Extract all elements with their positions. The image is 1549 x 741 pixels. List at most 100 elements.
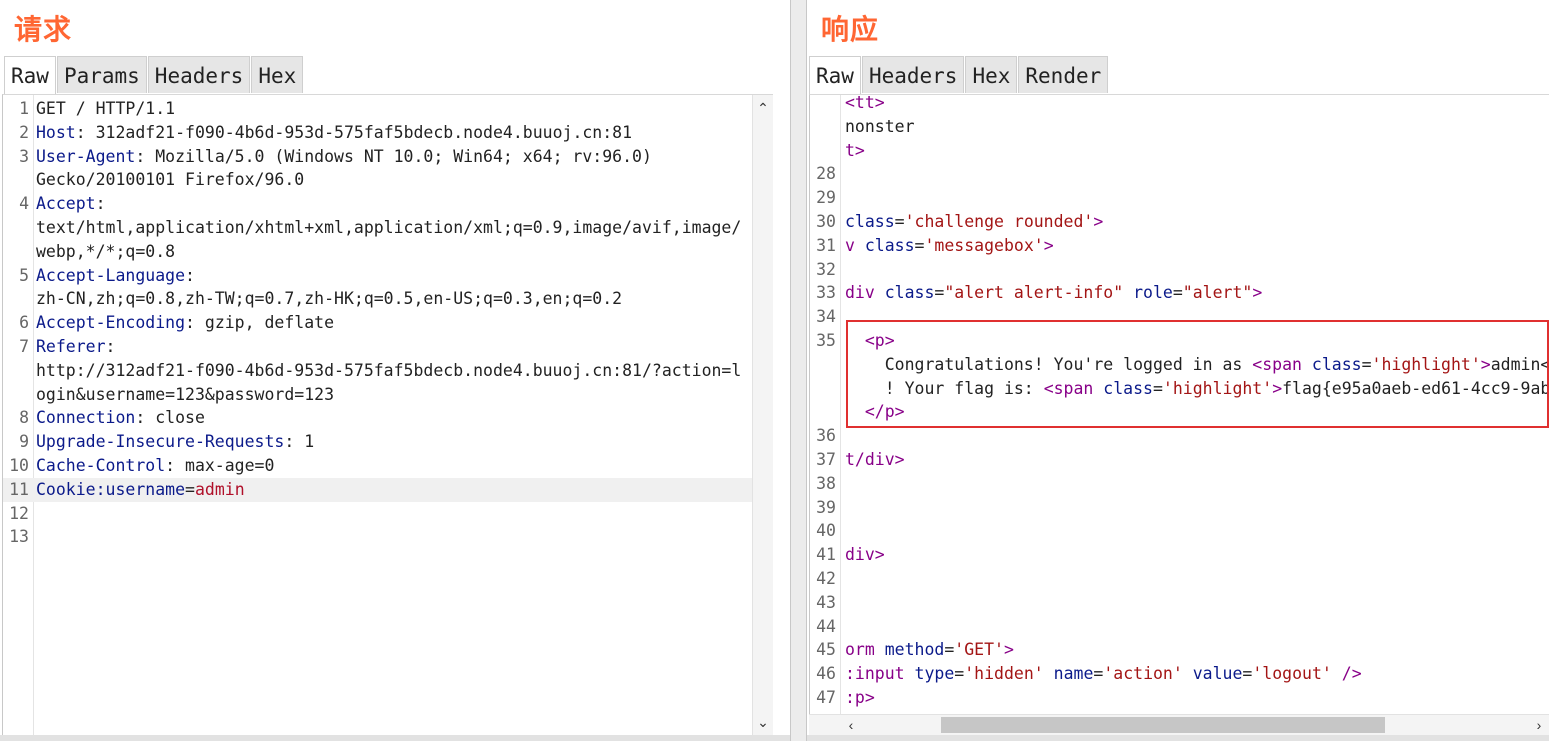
chevron-right-icon[interactable]: ›: [1529, 715, 1549, 735]
code-token: v: [845, 235, 865, 255]
pane-divider[interactable]: [790, 0, 807, 741]
code-line[interactable]: 38: [810, 472, 1549, 496]
request-footer-bar: [0, 735, 790, 741]
request-vertical-scrollbar[interactable]: ⌃ ⌄: [752, 95, 773, 735]
code-token: :input: [845, 664, 915, 684]
code-line[interactable]: 45 orm method='GET'>: [810, 638, 1549, 662]
code-line[interactable]: 12: [3, 502, 773, 526]
code-line[interactable]: zh-CN,zh;q=0.8,zh-TW;q=0.7,zh-HK;q=0.5,e…: [3, 287, 773, 311]
code-text: Connection: close: [36, 406, 205, 430]
code-line[interactable]: 42: [810, 567, 1549, 591]
request-pane: 请求 Raw Params Headers Hex 1 GET / HTTP/1.…: [0, 0, 790, 741]
code-line[interactable]: 39: [810, 496, 1549, 520]
tab-hex[interactable]: Hex: [251, 56, 304, 93]
code-text: Accept:: [36, 192, 106, 216]
code-text: ogin&username=123&password=123: [36, 383, 334, 407]
code-token: GET / HTTP/1.1: [36, 99, 176, 118]
code-token: type: [914, 664, 955, 684]
line-number: 32: [816, 259, 836, 279]
line-number: 37: [816, 450, 836, 469]
code-line[interactable]: nonster: [810, 115, 1549, 139]
code-line[interactable]: text/html,application/xhtml+xml,applicat…: [3, 216, 773, 240]
code-line[interactable]: 4 Accept:: [3, 192, 773, 216]
code-token: :: [185, 265, 195, 285]
code-line[interactable]: 46:input type='hidden' name='action' val…: [810, 662, 1549, 686]
request-editor[interactable]: 1 GET / HTTP/1.1 2 Host: 312adf21-f090-4b6d…: [2, 94, 773, 736]
code-token: 'logout': [1252, 664, 1332, 684]
response-footer-bar: [807, 735, 1549, 741]
code-line[interactable]: 3 User-Agent: Mozilla/5.0 (Windows NT 10.…: [3, 145, 773, 169]
code-line[interactable]: 30 class='challenge rounded'>: [810, 210, 1549, 234]
code-token: text/html,application/xhtml+xml,applicat…: [36, 218, 742, 237]
code-token: Upgrade-Insecure-Requests: [36, 432, 285, 452]
chevron-left-icon[interactable]: ‹: [841, 715, 861, 735]
code-text: Accept-Language:: [36, 264, 195, 288]
code-line[interactable]: 40: [810, 519, 1549, 543]
line-number: 41: [816, 545, 836, 565]
code-line[interactable]: 9 Upgrade-Insecure-Requests: 1: [3, 430, 773, 454]
response-title: 响应: [821, 13, 880, 46]
code-token: =: [934, 283, 945, 303]
chevron-up-icon[interactable]: ⌃: [753, 98, 773, 118]
response-pane: 响应 Raw Headers Hex Render <tt> nonster t> 2…: [807, 0, 1549, 741]
code-token: =: [1172, 283, 1183, 303]
line-number: 47: [816, 688, 836, 707]
tab-headers[interactable]: Headers: [147, 56, 251, 93]
code-text: class='challenge rounded'>: [845, 210, 1103, 234]
line-number: 10: [9, 456, 29, 475]
code-line[interactable]: 5 Accept-Language:: [3, 264, 773, 288]
line-number: 28: [816, 164, 836, 184]
code-text: orm method='GET'>: [845, 638, 1014, 662]
code-line[interactable]: 10 Cache-Control: max-age=0: [3, 454, 773, 478]
code-line[interactable]: <tt>: [810, 95, 1549, 115]
code-line[interactable]: 29: [810, 186, 1549, 210]
line-number: 34: [816, 307, 836, 327]
response-horizontal-scrollbar[interactable]: ‹ ›: [809, 714, 1549, 735]
code-text: <tt>: [845, 95, 885, 115]
code-token: "alert": [1182, 283, 1253, 303]
code-token: =: [185, 479, 195, 499]
code-line[interactable]: 32: [810, 258, 1549, 282]
code-line[interactable]: 11 Cookie:username=admin: [3, 477, 773, 502]
code-line[interactable]: Gecko/20100101 Firefox/96.0: [3, 168, 773, 192]
code-line[interactable]: 41 div>: [810, 543, 1549, 567]
tab-headers[interactable]: Headers: [861, 56, 965, 93]
chevron-down-icon[interactable]: ⌄: [753, 712, 773, 732]
code-text: Upgrade-Insecure-Requests: 1: [36, 430, 314, 454]
line-number: 33: [816, 283, 836, 303]
code-line[interactable]: 43: [810, 591, 1549, 615]
code-text: text/html,application/xhtml+xml,applicat…: [36, 216, 741, 240]
line-number: 4: [19, 194, 29, 214]
tab-raw[interactable]: Raw: [809, 56, 861, 94]
code-line[interactable]: 31 v class='messagebox'>: [810, 234, 1549, 258]
code-text: Cache-Control: max-age=0: [36, 454, 274, 478]
code-token: : 312adf21-f090-4b6d-953d-575faf5bdecb.n…: [75, 122, 633, 142]
code-line[interactable]: 1 GET / HTTP/1.1: [3, 97, 773, 121]
code-text: v class='messagebox'>: [845, 234, 1054, 258]
code-line[interactable]: 7 Referer:: [3, 335, 773, 359]
code-line[interactable]: ogin&username=123&password=123: [3, 383, 773, 407]
code-line[interactable]: 13: [3, 525, 773, 549]
scrollbar-thumb[interactable]: [941, 717, 1385, 733]
code-line[interactable]: 33 div class="alert alert-info" role="ale…: [810, 281, 1549, 305]
code-line[interactable]: webp,*/*;q=0.8: [3, 240, 773, 264]
code-line[interactable]: 47:p>: [810, 686, 1549, 710]
code-line[interactable]: 44: [810, 615, 1549, 639]
code-line[interactable]: 6 Accept-Encoding: gzip, deflate: [3, 311, 773, 335]
code-text: http://312adf21-f090-4b6d-953d-575faf5bd…: [36, 359, 741, 383]
code-token: />: [1331, 664, 1362, 684]
tab-render[interactable]: Render: [1018, 56, 1109, 93]
code-line[interactable]: 2 Host: 312adf21-f090-4b6d-953d-575faf5bd…: [3, 121, 773, 145]
tab-params[interactable]: Params: [56, 56, 147, 93]
code-line[interactable]: t>: [810, 139, 1549, 163]
code-token: "alert alert-info": [944, 283, 1124, 303]
code-line[interactable]: 8 Connection: close: [3, 406, 773, 430]
code-token: class: [864, 235, 915, 255]
code-line[interactable]: http://312adf21-f090-4b6d-953d-575faf5bd…: [3, 359, 773, 383]
tab-raw[interactable]: Raw: [4, 56, 56, 94]
code-line[interactable]: 37 t/div>: [810, 448, 1549, 472]
code-token: :: [105, 337, 116, 356]
code-token: =: [1093, 664, 1104, 684]
tab-hex[interactable]: Hex: [965, 56, 1018, 93]
code-line[interactable]: 28: [810, 162, 1549, 186]
